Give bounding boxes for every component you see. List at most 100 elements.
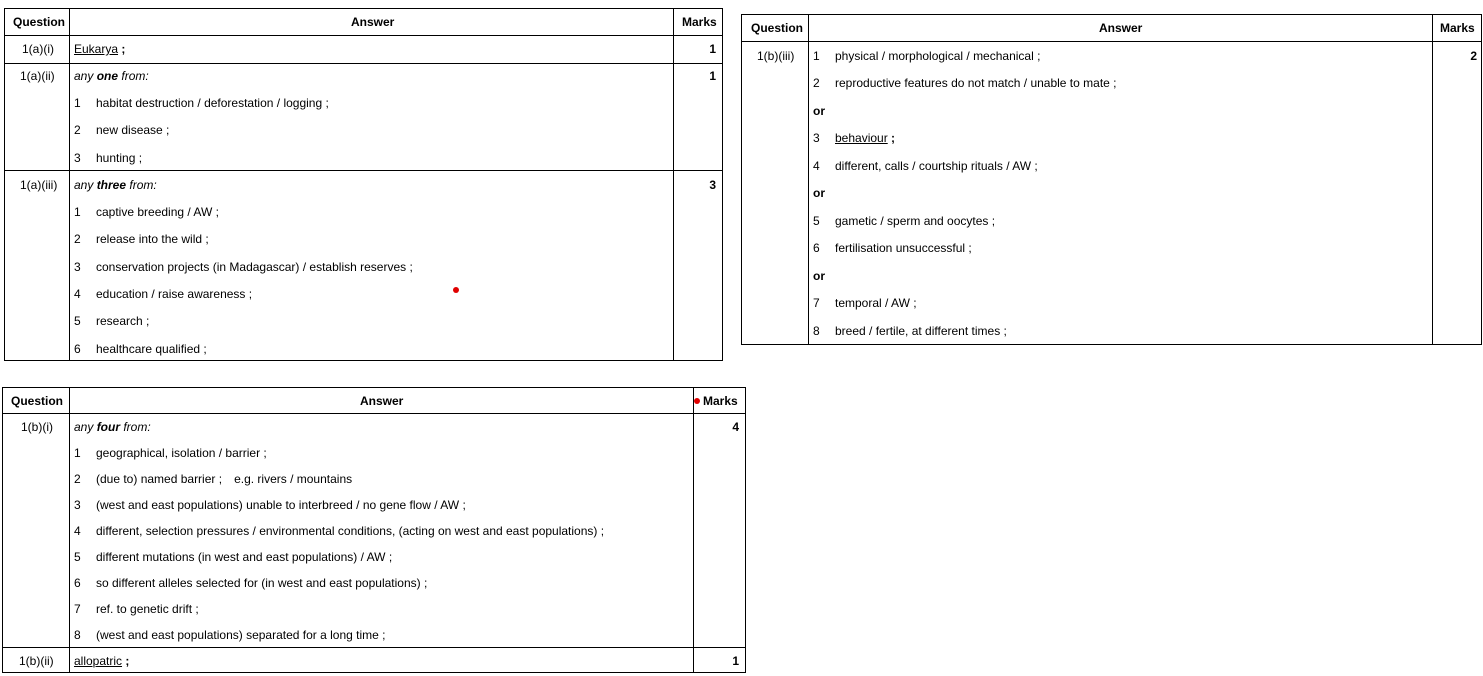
mark-scheme-table-1b-iii: Question Answer Marks 1(b)(iii) 2 1 physi… [741,14,1482,345]
item-text: hunting ; [96,151,143,165]
item-text: different mutations (in west and east po… [96,550,393,564]
answer-intro: any one from: [74,69,149,83]
item-number: 6 [74,576,81,590]
answer-intro: any three from: [74,178,157,192]
answer-cell: allopatric ; [74,654,129,668]
intro-text: any [74,69,97,83]
header-answer: Answer [1099,21,1143,35]
item-text: captive breeding / AW ; [96,205,219,219]
item-separator: ; [887,131,896,145]
item-text: temporal / AW ; [835,296,917,310]
table-header: Question Answer Marks [742,15,1481,42]
item-number: 1 [74,205,81,219]
header-answer: Answer [360,393,404,408]
item-number: 2 [74,232,81,246]
question-number: 1(b)(iii) [757,49,795,63]
list-item: 4 different, selection pressures / enviro… [74,524,604,538]
item-number: 4 [74,287,81,301]
item-number: 8 [74,628,81,642]
question-number: 1(a)(i) [22,42,54,56]
header-marks: Marks [1440,21,1475,35]
item-number: 1 [74,96,81,110]
annotation-dot [453,287,459,293]
item-text: gametic / sperm and oocytes ; [835,214,996,228]
list-item: 7 ref. to genetic drift ; [74,602,199,616]
answer-cell: Eukarya ; [74,42,125,56]
header-question: Question [11,393,64,408]
answer-separator: ; [122,654,130,668]
mark-scheme-table-1a: Question Answer Marks 1(a)(i) Eukarya ; … [4,8,723,361]
question-number: 1(b)(ii) [19,654,54,668]
list-item: 1 physical / morphological / mechanical ; [813,49,1040,63]
list-item: 3 behaviour ; [813,131,895,145]
header-question: Question [13,15,66,29]
list-item: 1 habitat destruction / deforestation / l… [74,96,329,110]
item-text: different, selection pressures / environ… [96,524,605,538]
list-item: 2 reproductive features do not match / un… [813,76,1117,90]
question-number: 1(b)(i) [21,420,53,434]
table-header: Question Answer Marks [5,9,722,36]
or-separator: or [813,104,825,118]
item-text: different, calls / courtship rituals / A… [835,159,1038,173]
list-item: 3 hunting ; [74,151,142,165]
answer-intro: any four from: [74,420,151,434]
item-text: research ; [96,314,150,328]
list-item: 1 geographical, isolation / barrier ; [74,446,267,460]
marks-value: 4 [732,420,739,434]
intro-keyword: four [96,420,121,434]
item-number: 7 [813,296,820,310]
question-number: 1(a)(ii) [20,69,55,83]
item-text: (west and east populations) separated fo… [96,628,386,642]
item-number: 2 [74,123,81,137]
item-number: 2 [813,76,820,90]
item-text: geographical, isolation / barrier ; [96,446,267,460]
item-number: 3 [74,498,81,512]
marks-value: 1 [732,654,739,668]
item-text: breed / fertile, at different times ; [835,324,1007,338]
item-text: habitat destruction / deforestation / lo… [96,96,329,110]
item-number: 3 [74,260,81,274]
item-text: physical / morphological / mechanical ; [835,49,1041,63]
list-item: 3 conservation projects (in Madagascar) /… [74,260,413,274]
item-text: ref. to genetic drift ; [96,602,199,616]
item-number: 3 [813,131,820,145]
header-marks: Marks [703,393,738,408]
item-number: 4 [74,524,81,538]
list-item: 6 so different alleles selected for (in w… [74,576,427,590]
list-item: 1 captive breeding / AW ; [74,205,219,219]
list-item: 5 different mutations (in west and east p… [74,550,392,564]
list-item: 2 new disease ; [74,123,169,137]
item-number: 5 [74,314,81,328]
intro-text: any [74,178,97,192]
item-number: 5 [813,214,820,228]
item-text: new disease ; [96,123,170,137]
list-item: 2 (due to) named barrier ; e.g. rivers / m… [74,472,352,486]
or-separator: or [813,186,825,200]
intro-text: any [74,420,97,434]
intro-keyword: three [96,178,127,192]
list-item: 3 (west and east populations) unable to i… [74,498,466,512]
item-number: 7 [74,602,81,616]
or-separator: or [813,269,825,283]
mark-scheme-table-1b: Question Answer Marks 1(b)(i) any four f… [2,387,746,673]
header-answer: Answer [351,15,395,29]
list-item: 8 breed / fertile, at different times ; [813,324,1007,338]
list-item: 8 (west and east populations) separated f… [74,628,386,642]
list-item: 4 different, calls / courtship rituals / … [813,159,1038,173]
intro-text: from: [126,178,157,192]
list-item: 5 gametic / sperm and oocytes ; [813,214,995,228]
list-item: 5 research ; [74,314,149,328]
header-marks: Marks [682,15,717,29]
item-number: 8 [813,324,820,338]
item-text: healthcare qualified ; [96,342,207,356]
list-item: 7 temporal / AW ; [813,296,917,310]
item-number: 1 [74,446,81,460]
answer-term: allopatric [74,654,123,668]
table-header: Question Answer Marks [3,388,745,414]
item-text: fertilisation unsuccessful ; [835,241,972,255]
intro-text: from: [120,420,151,434]
item-text: education / raise awareness ; [96,287,253,301]
list-item: 6 fertilisation unsuccessful ; [813,241,972,255]
item-text: so different alleles selected for (in we… [96,576,428,590]
item-text: behaviour [835,131,888,145]
